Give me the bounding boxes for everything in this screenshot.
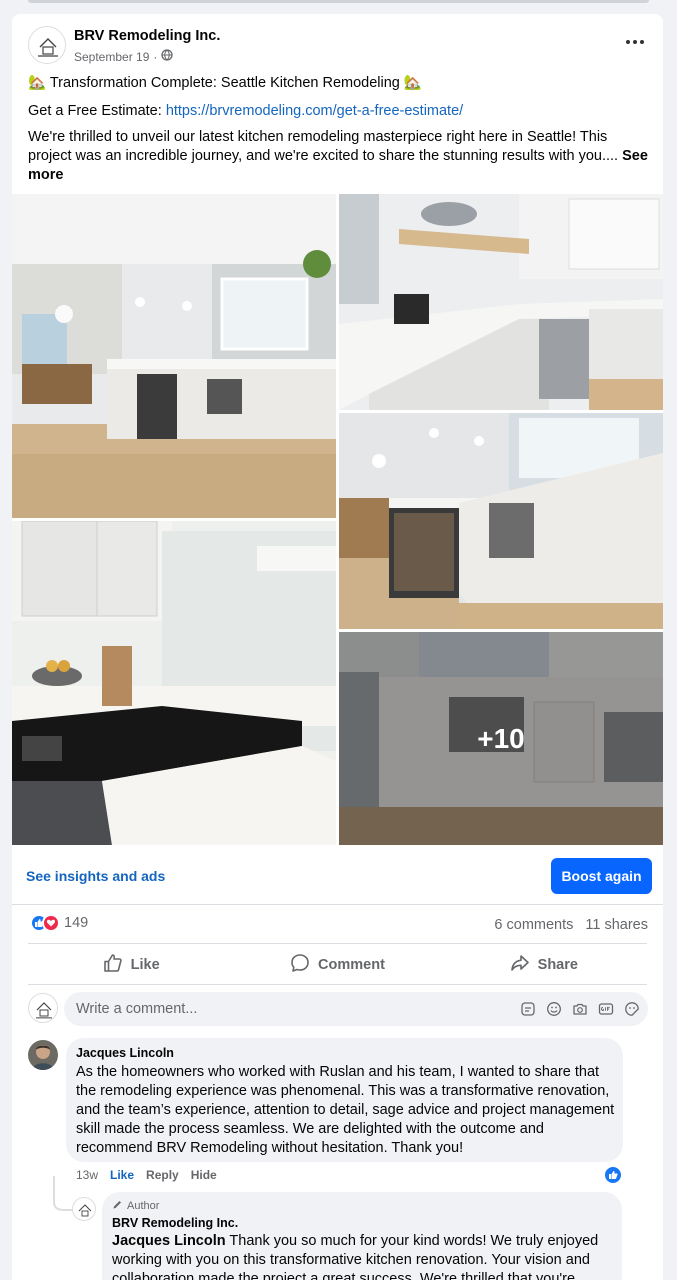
more-photos-overlay: +10 (339, 632, 663, 845)
comment-time[interactable]: 13w (76, 1168, 98, 1182)
post-body: We're thrilled to unveil our latest kitc… (28, 128, 653, 185)
photo-wine-fridge[interactable] (339, 413, 663, 629)
share-label: Share (537, 957, 578, 973)
divider (12, 904, 663, 905)
share-icon (510, 953, 530, 977)
reply-text: Jacques Lincoln Thank you so much for yo… (112, 1232, 612, 1280)
comments-count[interactable]: 6 comments (494, 917, 573, 933)
reply-mention[interactable]: Jacques Lincoln (112, 1233, 226, 1249)
comment-icon (290, 953, 310, 977)
divider (28, 943, 647, 944)
composer-avatar[interactable] (28, 993, 58, 1023)
boost-again-button[interactable]: Boost again (551, 858, 652, 894)
post-card: BRV Remodeling Inc. September 19 · 🏡 Tra… (12, 14, 663, 1280)
comment-hide-button[interactable]: Hide (191, 1168, 217, 1182)
photo-stove-backsplash[interactable] (12, 521, 336, 845)
pencil-icon (112, 1199, 123, 1213)
thumbs-up-icon (103, 953, 123, 977)
page-avatar[interactable] (28, 26, 66, 64)
like-button[interactable]: Like (28, 949, 234, 981)
post-meta: September 19 · (74, 49, 174, 64)
engagement-counts: 6 comments 11 shares (494, 917, 648, 933)
reaction-count: 149 (64, 915, 89, 931)
comment-label: Comment (318, 957, 385, 973)
reactions-summary[interactable]: 149 (30, 914, 88, 932)
estimate-line: Get a Free Estimate: https://brvremodeli… (28, 102, 653, 121)
comment-author[interactable]: Jacques Lincoln (76, 1046, 616, 1060)
reply-avatar[interactable] (72, 1197, 96, 1221)
globe-icon (161, 49, 174, 64)
photo-grid: +10 (12, 194, 663, 845)
gif-icon[interactable] (598, 1001, 614, 1017)
shares-count[interactable]: 11 shares (585, 917, 648, 933)
comment-bubble: Jacques Lincoln As the homeowners who wo… (66, 1038, 623, 1162)
comment-text: As the homeowners who worked with Ruslan… (76, 1064, 615, 1156)
meta-separator: · (153, 49, 158, 64)
more-icon (626, 40, 630, 44)
author-badge-label: Author (127, 1200, 160, 1212)
sticker-icon[interactable] (520, 1001, 536, 1017)
love-reaction-icon (42, 914, 60, 932)
estimate-link[interactable]: https://brvremodeling.com/get-a-free-est… (166, 103, 463, 119)
estimate-label: Get a Free Estimate: (28, 103, 162, 119)
previous-card-edge (28, 0, 649, 3)
page-name[interactable]: BRV Remodeling Inc. (74, 28, 220, 44)
see-insights-link[interactable]: See insights and ads (26, 868, 165, 884)
post-body-text: We're thrilled to unveil our latest kitc… (28, 129, 619, 164)
divider (28, 984, 647, 985)
more-options-button[interactable] (621, 32, 649, 52)
like-label: Like (130, 957, 160, 973)
author-badge: Author (112, 1199, 612, 1213)
action-bar: Like Comment Share (28, 949, 647, 981)
comment-composer (64, 992, 648, 1026)
commenter-avatar[interactable] (28, 1040, 58, 1070)
photo-cabinets-more[interactable]: +10 (339, 632, 663, 845)
post-date[interactable]: September 19 (74, 50, 149, 64)
comment-input[interactable] (76, 992, 496, 1026)
comment-button[interactable]: Comment (234, 949, 440, 981)
comment-like-reaction-icon[interactable] (603, 1165, 623, 1185)
comment-like-button[interactable]: Like (110, 1168, 134, 1182)
reply-author[interactable]: BRV Remodeling Inc. (112, 1216, 612, 1230)
reply-bubble: Author BRV Remodeling Inc. Jacques Linco… (102, 1192, 622, 1280)
comment-reply-button[interactable]: Reply (146, 1168, 179, 1182)
photo-kitchen-overview[interactable] (12, 194, 336, 518)
composer-tools (520, 1001, 640, 1017)
share-button[interactable]: Share (441, 949, 647, 981)
camera-icon[interactable] (572, 1001, 588, 1017)
comment-meta: 13w Like Reply Hide (76, 1168, 217, 1182)
post-title-line: 🏡 Transformation Complete: Seattle Kitch… (28, 75, 422, 91)
emoji-icon[interactable] (546, 1001, 562, 1017)
avatar-sticker-icon[interactable] (624, 1001, 640, 1017)
photo-counter-shelves[interactable] (339, 194, 663, 410)
